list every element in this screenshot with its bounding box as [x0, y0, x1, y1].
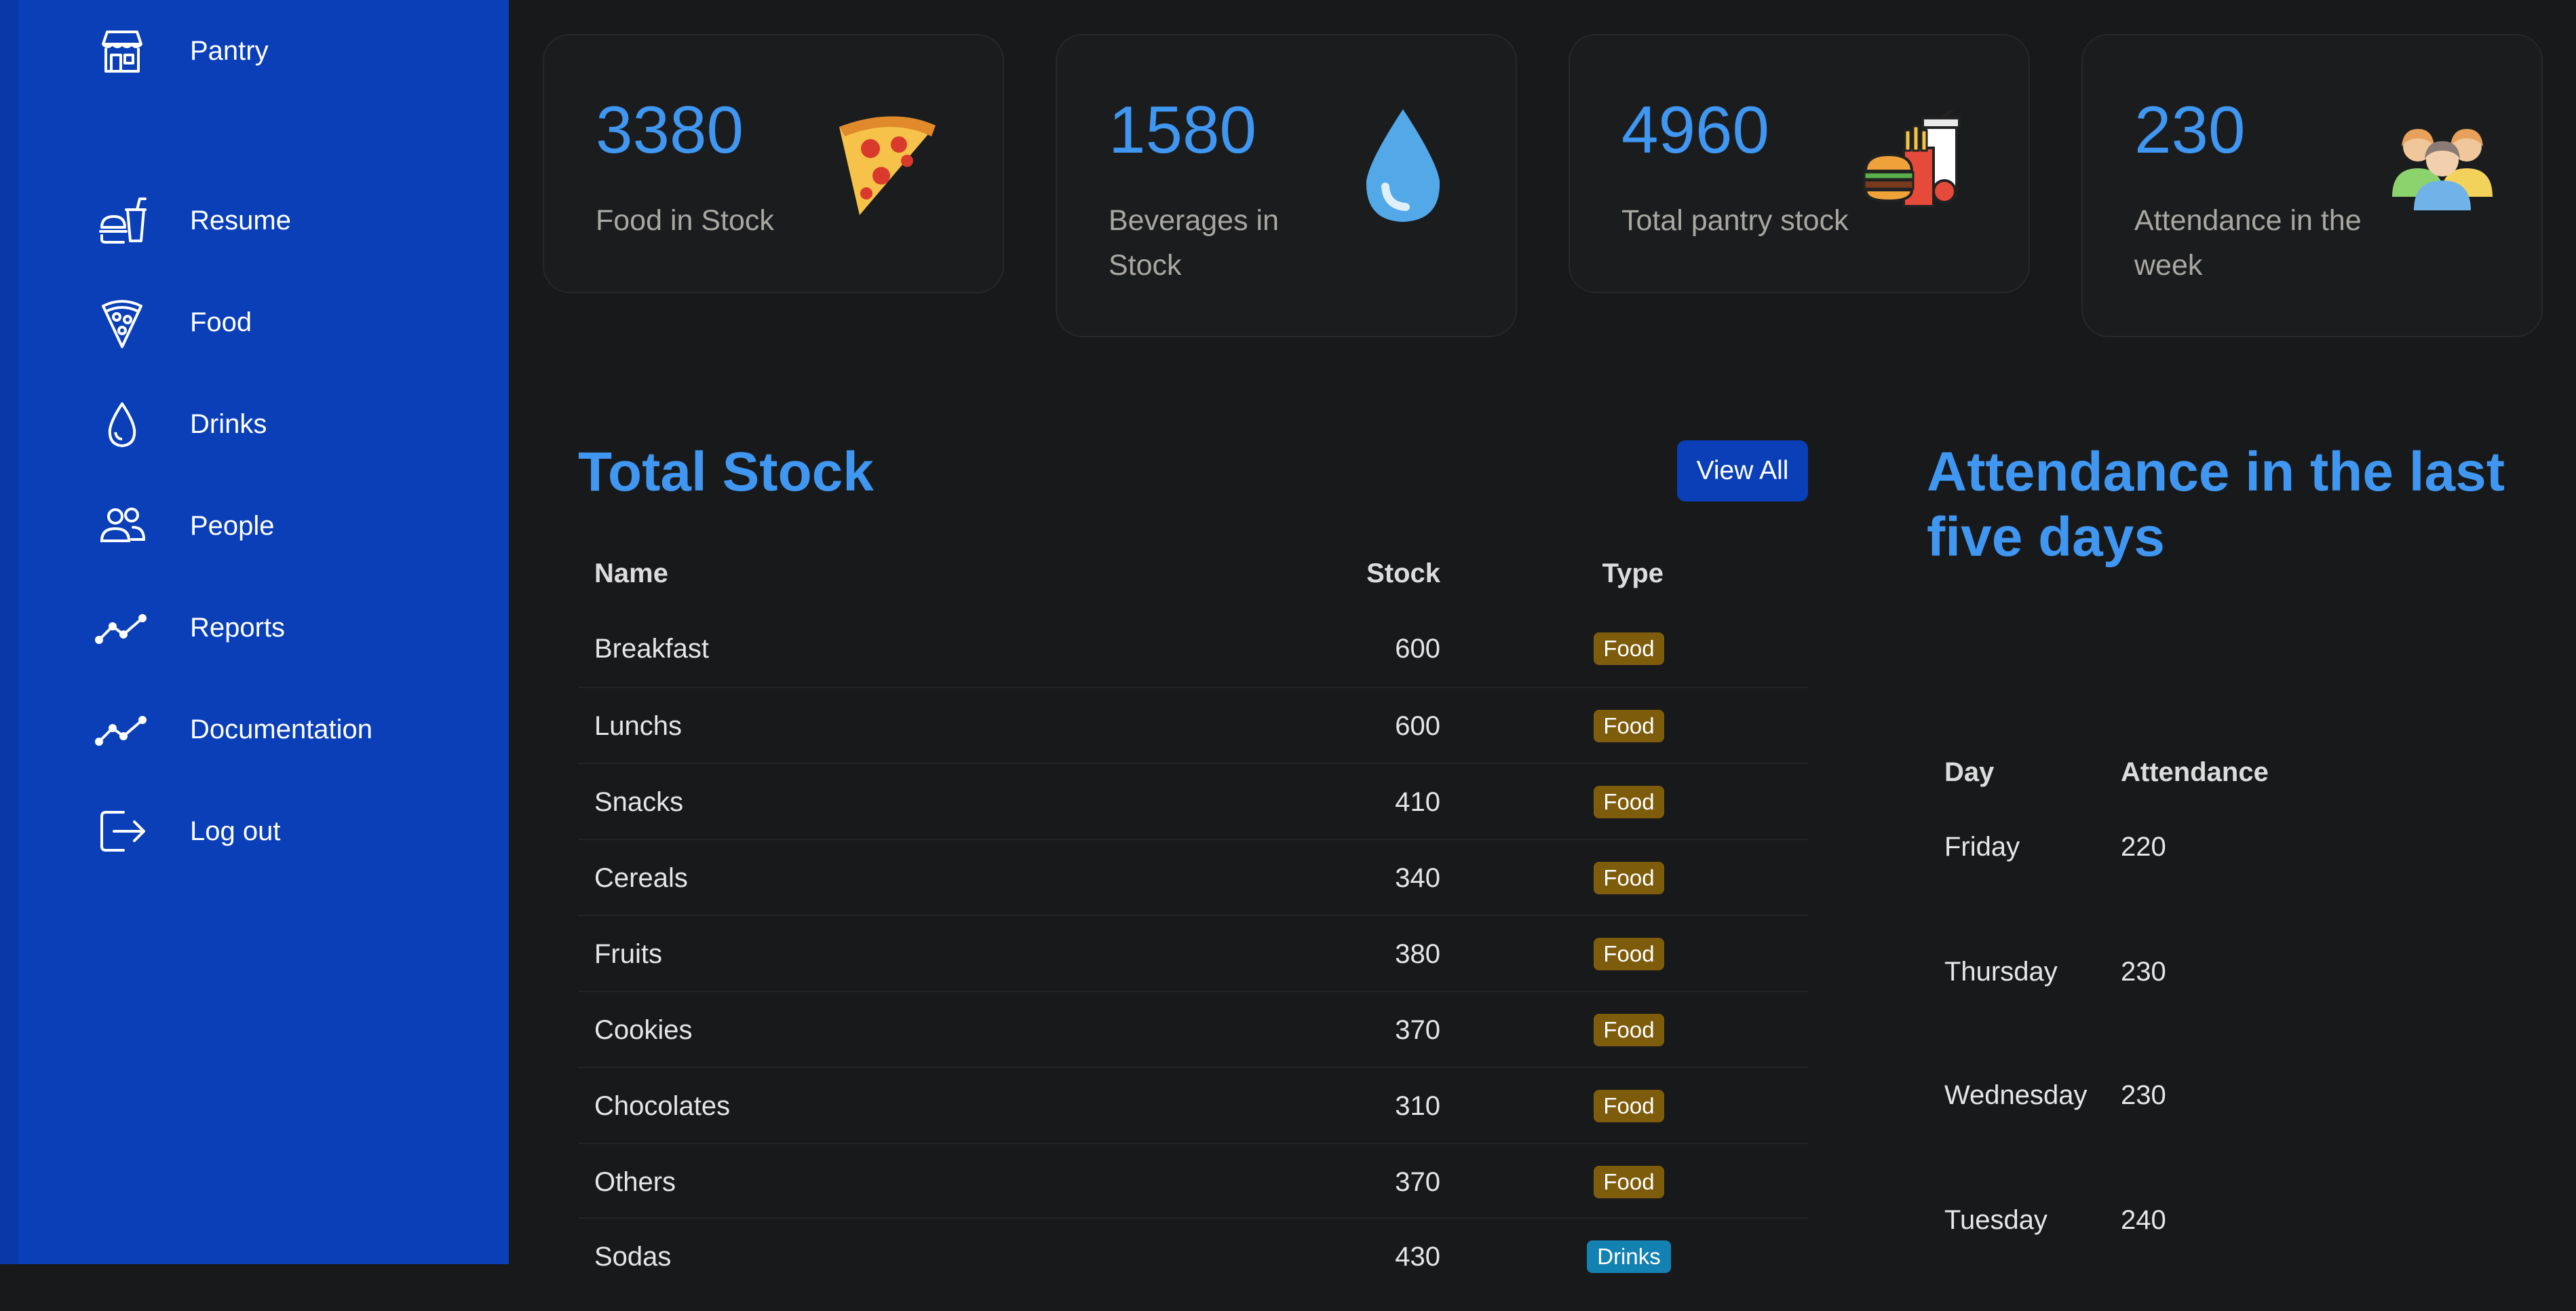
row-stock: 430	[1395, 1242, 1440, 1272]
row-name: Breakfast	[594, 634, 709, 664]
table-row: Lunchs 600 Food	[578, 687, 1808, 763]
row-stock: 600	[1395, 711, 1440, 741]
sidebar-item-food[interactable]: Food	[0, 285, 509, 360]
table-row: Sodas 430 Drinks	[578, 1217, 1808, 1293]
table-row: Cereals 340 Food	[578, 839, 1808, 915]
row-stock: 380	[1395, 939, 1440, 969]
group-people-icon	[2388, 115, 2497, 214]
card-label: Total pantry stock	[1621, 204, 1849, 237]
drop-icon	[94, 396, 151, 453]
column-header-name: Name	[594, 558, 668, 588]
view-all-button[interactable]: View All	[1677, 440, 1808, 501]
table-row: Snacks 410 Food	[578, 763, 1808, 839]
row-stock: 340	[1395, 863, 1440, 893]
sidebar-item-people[interactable]: People	[0, 489, 509, 563]
table-row: Tuesday 240	[1927, 1186, 2537, 1311]
sidebar-item-reports[interactable]: Reports	[0, 590, 509, 665]
sidebar-item-drinks[interactable]: Drinks	[0, 387, 509, 461]
row-stock: 370	[1395, 1167, 1440, 1197]
pizza-icon	[94, 294, 151, 351]
row-day: Wednesday	[1944, 1080, 2088, 1110]
row-name: Lunchs	[594, 711, 682, 741]
sidebar-item-label: Drinks	[190, 408, 267, 439]
row-stock: 600	[1395, 634, 1440, 664]
sidebar-item-label: Food	[190, 307, 252, 337]
row-day: Tuesday	[1944, 1205, 2048, 1235]
table-row: Chocolates 310 Food	[578, 1067, 1808, 1143]
store-icon	[94, 22, 151, 79]
row-stock: 410	[1395, 787, 1440, 817]
table-row: Friday 220	[1927, 813, 2537, 938]
row-stock: 310	[1395, 1091, 1440, 1121]
type-badge: Food	[1594, 1090, 1664, 1122]
row-attendance: 230	[2121, 957, 2166, 987]
type-badge: Food	[1594, 710, 1664, 742]
type-badge: Food	[1594, 786, 1664, 818]
people-icon	[94, 497, 151, 554]
sidebar-item-label: Documentation	[190, 714, 373, 744]
sidebar-item-label: Reports	[190, 612, 286, 643]
sidebar: Pantry Resume Food Drinks People Reports…	[0, 0, 509, 1264]
row-name: Others	[594, 1167, 676, 1197]
sidebar-item-label: Log out	[190, 816, 281, 846]
sidebar-item-label: Pantry	[190, 35, 269, 66]
type-badge: Food	[1594, 1014, 1664, 1046]
row-day: Thursday	[1944, 957, 2058, 987]
beverages-stock-card: 1580 Beverages in Stock	[1056, 34, 1517, 337]
card-label: Beverages in Stock	[1109, 204, 1279, 282]
row-name: Chocolates	[594, 1091, 731, 1121]
food-stock-card: 3380 Food in Stock	[543, 34, 1004, 293]
trend-icon	[94, 599, 151, 656]
pantry-stock-card: 4960 Total pantry stock	[1569, 34, 2030, 293]
type-badge: Drinks	[1587, 1240, 1671, 1273]
row-attendance: 240	[2121, 1205, 2166, 1235]
card-value: 4960	[1621, 92, 1770, 167]
row-attendance: 230	[2121, 1080, 2166, 1110]
column-header-day: Day	[1944, 757, 1995, 787]
row-name: Fruits	[594, 939, 662, 969]
water-drop-icon	[1356, 107, 1450, 229]
column-header-attendance: Attendance	[2121, 757, 2269, 787]
sidebar-item-pantry[interactable]: Pantry	[0, 14, 509, 88]
fastfood-icon	[94, 192, 151, 249]
row-day: Friday	[1944, 832, 2020, 862]
row-stock: 370	[1395, 1015, 1440, 1045]
total-stock-title: Total Stock	[578, 441, 874, 503]
type-badge: Food	[1594, 1166, 1664, 1198]
table-row: Cookies 370 Food	[578, 991, 1808, 1067]
row-name: Snacks	[594, 787, 684, 817]
row-name: Sodas	[594, 1242, 672, 1272]
sidebar-item-resume[interactable]: Resume	[0, 183, 509, 258]
burger-fries-drink-icon	[1863, 109, 1975, 225]
sidebar-item-label: People	[190, 510, 275, 541]
table-row: Others 370 Food	[578, 1143, 1808, 1219]
table-row: Breakfast 600 Food	[578, 611, 1808, 687]
attendance-title: Attendance in the last five days	[1927, 441, 2505, 568]
row-name: Cereals	[594, 863, 688, 893]
column-header-stock: Stock	[1366, 558, 1440, 588]
sidebar-item-logout[interactable]: Log out	[0, 794, 509, 869]
column-header-type: Type	[1602, 558, 1664, 588]
sidebar-item-documentation[interactable]: Documentation	[0, 692, 509, 767]
type-badge: Food	[1594, 632, 1664, 665]
type-badge: Food	[1594, 862, 1664, 894]
card-value: 3380	[596, 92, 744, 167]
table-row: Fruits 380 Food	[578, 915, 1808, 991]
card-label: Food in Stock	[596, 204, 774, 237]
sidebar-item-label: Resume	[190, 205, 291, 235]
card-value: 1580	[1109, 92, 1257, 167]
pizza-slice-icon	[832, 113, 941, 225]
row-attendance: 220	[2121, 832, 2166, 862]
table-row: Wednesday 230	[1927, 1061, 2537, 1186]
row-name: Cookies	[594, 1015, 693, 1045]
type-badge: Food	[1594, 938, 1664, 970]
logout-icon	[94, 803, 151, 860]
card-label: Attendance in the week	[2134, 204, 2362, 282]
card-value: 230	[2134, 92, 2246, 167]
trend-icon	[94, 701, 151, 758]
table-row: Thursday 230	[1927, 938, 2537, 1063]
attendance-week-card: 230 Attendance in the week	[2081, 34, 2543, 337]
